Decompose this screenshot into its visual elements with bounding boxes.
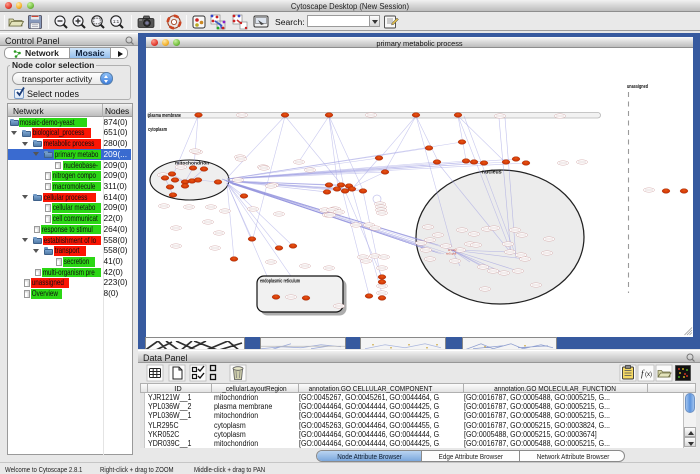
svg-text:plasma membrane: plasma membrane xyxy=(148,113,181,119)
svg-text:xtr5 gtr8: xtr5 gtr8 xyxy=(446,252,457,256)
svg-text:(x): (x) xyxy=(645,372,652,378)
svg-text:endoplasmic reticulum: endoplasmic reticulum xyxy=(260,279,300,285)
svg-text:unassigned: unassigned xyxy=(627,84,648,90)
svg-text:cytoplasm: cytoplasm xyxy=(148,127,167,133)
